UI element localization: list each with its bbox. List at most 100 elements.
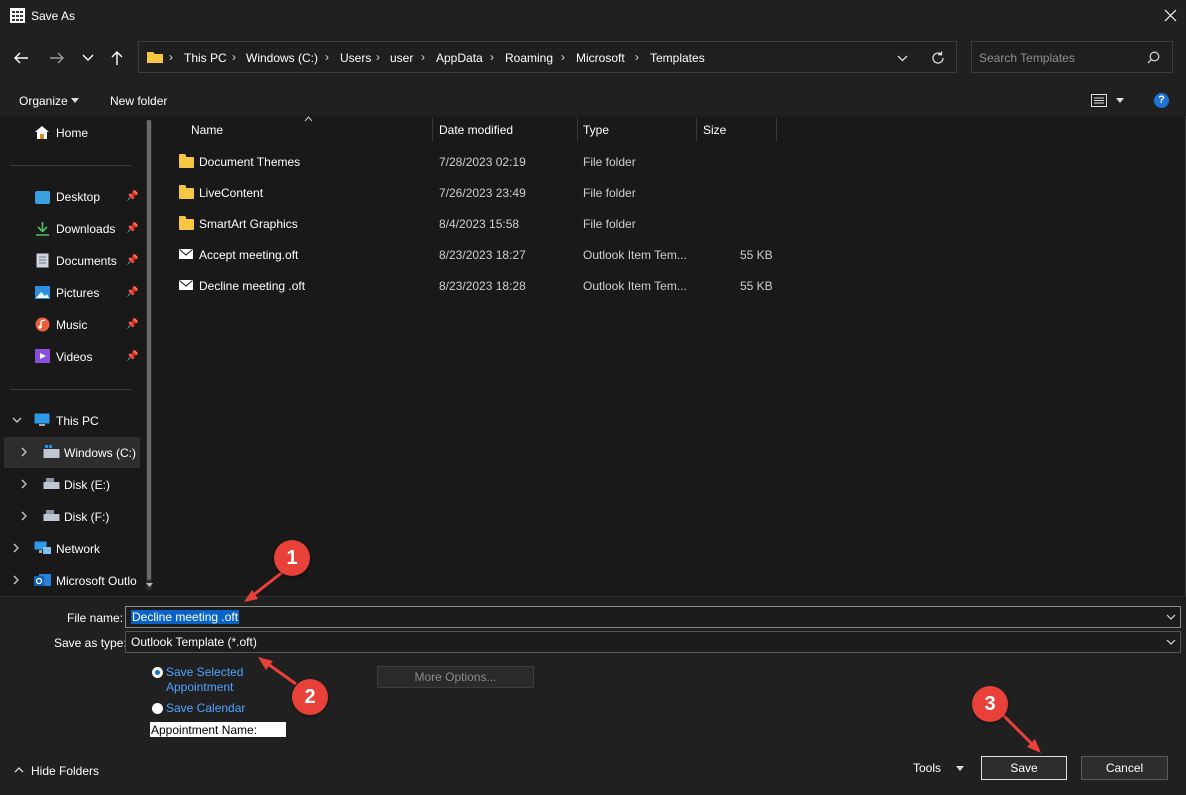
sidebar-item-music[interactable]: Music	[56, 318, 87, 332]
hide-folders-button[interactable]: Hide Folders	[31, 764, 99, 778]
sidebar-item-windows-c[interactable]: Windows (C:)	[64, 446, 136, 460]
sidebar-item-disk-f[interactable]: Disk (F:)	[64, 510, 109, 524]
sidebar-item-this-pc[interactable]: This PC	[56, 414, 99, 428]
expand-chevron-down-icon[interactable]	[12, 417, 22, 424]
expand-chevron-right-icon[interactable]	[21, 447, 28, 457]
file-size: 55 KB	[740, 248, 773, 262]
address-dropdown-chevron-icon[interactable]	[897, 55, 908, 62]
column-header-name[interactable]: Name	[191, 123, 223, 137]
save-as-type-select[interactable]: Outlook Template (*.oft)	[125, 631, 1181, 653]
radio-save-calendar[interactable]	[152, 703, 163, 714]
file-name-input[interactable]: Decline meeting .oft	[131, 610, 240, 624]
documents-icon	[36, 253, 49, 268]
up-arrow-icon[interactable]	[110, 50, 124, 66]
close-icon[interactable]	[1164, 9, 1177, 22]
radio-save-selected[interactable]	[152, 667, 163, 678]
column-header-date[interactable]: Date modified	[439, 123, 513, 137]
file-type: Outlook Item Tem...	[583, 248, 687, 262]
sidebar-item-disk-e[interactable]: Disk (E:)	[64, 478, 110, 492]
file-date: 8/23/2023 18:27	[439, 248, 526, 262]
chevron-down-icon[interactable]	[1166, 639, 1176, 645]
cancel-button[interactable]: Cancel	[1081, 756, 1168, 780]
sidebar-item-videos[interactable]: Videos	[56, 350, 92, 364]
pin-icon: 📌	[126, 319, 139, 330]
appointment-name-label: Appointment Name:	[151, 723, 258, 737]
chevron-down-icon[interactable]	[1166, 614, 1176, 620]
new-folder-button[interactable]: New folder	[110, 94, 167, 108]
search-input[interactable]: Search Templates	[979, 51, 1075, 65]
sidebar-item-microsoft-outlook[interactable]: Microsoft Outlo	[56, 574, 137, 588]
table-row[interactable]: Accept meeting.oft 8/23/2023 18:27 Outlo…	[166, 241, 786, 269]
sidebar-scroll-thumb[interactable]	[147, 120, 151, 580]
mail-icon	[179, 280, 193, 290]
expand-chevron-right-icon[interactable]	[13, 543, 20, 553]
window-title: Save As	[31, 9, 76, 23]
pictures-icon	[35, 286, 50, 299]
more-options-button[interactable]: More Options...	[377, 666, 534, 688]
sidebar-item-pictures[interactable]: Pictures	[56, 286, 99, 300]
table-row[interactable]: Document Themes 7/28/2023 02:19 File fol…	[166, 148, 786, 176]
sidebar-item-desktop[interactable]: Desktop	[56, 190, 100, 204]
view-options-icon[interactable]	[1091, 94, 1107, 107]
column-divider[interactable]	[432, 117, 433, 141]
expand-chevron-right-icon[interactable]	[13, 575, 20, 585]
expand-chevron-right-icon[interactable]	[21, 511, 28, 521]
breadcrumb-roaming[interactable]: Roaming	[505, 51, 553, 65]
this-pc-icon	[34, 413, 50, 426]
sidebar-scrollbar[interactable]	[146, 120, 152, 590]
save-button[interactable]: Save	[981, 756, 1067, 780]
breadcrumb-templates[interactable]: Templates	[650, 51, 705, 65]
file-name: Document Themes	[199, 155, 301, 169]
column-divider[interactable]	[776, 117, 777, 141]
save-calendar-label[interactable]: Save Calendar	[166, 701, 245, 715]
sidebar-item-network[interactable]: Network	[56, 542, 100, 556]
breadcrumb-chevron-icon: ›	[232, 50, 236, 64]
table-row[interactable]: Decline meeting .oft 8/23/2023 18:28 Out…	[166, 272, 786, 300]
breadcrumb-microsoft[interactable]: Microsoft	[576, 51, 625, 65]
command-toolbar	[0, 86, 1186, 116]
sidebar-item-home[interactable]: Home	[56, 126, 88, 140]
tools-dropdown-icon[interactable]	[956, 766, 964, 771]
breadcrumb-user[interactable]: user	[390, 51, 413, 65]
organize-dropdown-icon[interactable]	[71, 98, 79, 103]
view-dropdown-icon[interactable]	[1116, 98, 1124, 103]
save-selected-label-line1[interactable]: Save Selected	[166, 665, 243, 679]
recent-locations-chevron-icon[interactable]	[82, 54, 94, 62]
column-divider[interactable]	[696, 117, 697, 141]
save-as-type-value: Outlook Template (*.oft)	[131, 635, 257, 649]
sidebar-item-downloads[interactable]: Downloads	[56, 222, 115, 236]
refresh-icon[interactable]	[931, 51, 945, 65]
expand-chevron-right-icon[interactable]	[21, 479, 28, 489]
tools-button[interactable]: Tools	[913, 761, 941, 775]
search-icon[interactable]	[1147, 51, 1160, 64]
help-icon[interactable]: ?	[1154, 93, 1169, 108]
pin-icon: 📌	[126, 287, 139, 298]
column-header-size[interactable]: Size	[703, 123, 726, 137]
file-name-field[interactable]: Decline meeting .oft	[125, 606, 1181, 628]
file-date: 7/28/2023 02:19	[439, 155, 526, 169]
breadcrumb-chevron-icon: ›	[635, 50, 639, 64]
file-date: 8/23/2023 18:28	[439, 279, 526, 293]
breadcrumb-chevron-icon: ›	[421, 50, 425, 64]
callout-badge: 3	[972, 686, 1008, 722]
column-header-type[interactable]: Type	[583, 123, 609, 137]
breadcrumb-users[interactable]: Users	[340, 51, 371, 65]
table-row[interactable]: SmartArt Graphics 8/4/2023 15:58 File fo…	[166, 210, 786, 238]
callout-badge: 2	[292, 679, 328, 715]
breadcrumb-appdata[interactable]: AppData	[436, 51, 483, 65]
save-selected-label-line2[interactable]: Appointment	[166, 680, 233, 694]
forward-arrow-icon[interactable]	[49, 51, 65, 65]
folder-icon	[147, 52, 163, 63]
sort-ascending-icon	[304, 116, 313, 122]
scroll-down-icon[interactable]	[146, 583, 153, 588]
column-divider[interactable]	[577, 117, 578, 141]
chevron-up-icon[interactable]	[14, 766, 24, 773]
organize-button[interactable]: Organize	[19, 94, 68, 108]
sidebar-item-documents[interactable]: Documents	[56, 254, 117, 268]
file-type: File folder	[583, 217, 636, 231]
table-row[interactable]: LiveContent 7/26/2023 23:49 File folder	[166, 179, 786, 207]
breadcrumb-this-pc[interactable]: This PC	[184, 51, 227, 65]
appointment-name-field[interactable]: Appointment Name:	[150, 722, 286, 737]
breadcrumb-windows-c[interactable]: Windows (C:)	[246, 51, 318, 65]
back-arrow-icon[interactable]	[13, 51, 29, 65]
